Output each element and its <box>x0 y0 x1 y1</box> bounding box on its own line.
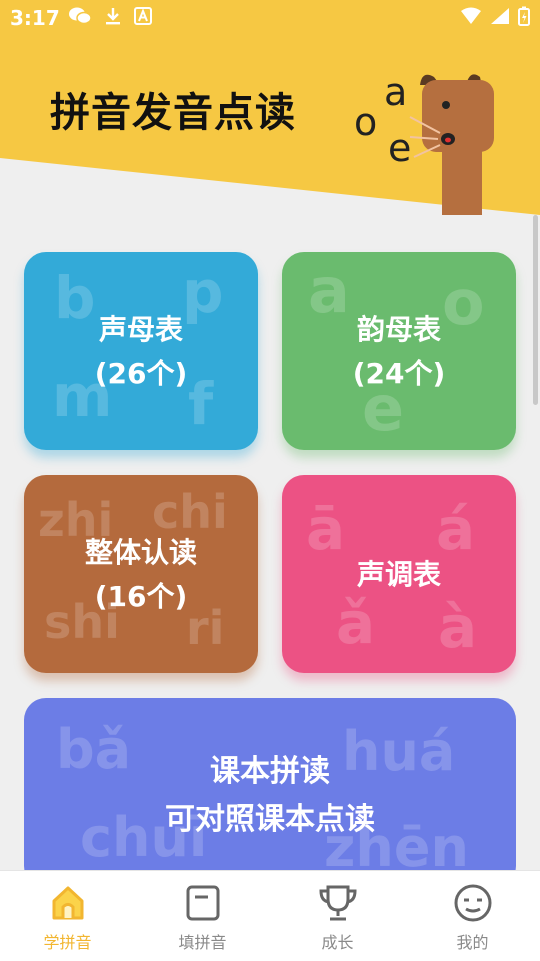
card-bg-letter: ǎ <box>336 589 376 657</box>
download-icon <box>106 8 120 25</box>
wifi-icon <box>461 7 481 24</box>
bottom-tab-bar: 学拼音 填拼音 成长 我的 <box>0 870 540 961</box>
card-tones[interactable]: ā á ǎ à 声调表 <box>282 475 516 673</box>
tab-label: 成长 <box>321 933 354 952</box>
card-count: (26个) <box>94 357 188 390</box>
card-count: (24个) <box>352 357 446 390</box>
card-count: (16个) <box>94 580 188 613</box>
card-title: 声母表 <box>98 313 183 346</box>
card-title: 课本拼读 <box>210 754 330 789</box>
card-title: 整体认读 <box>84 536 197 569</box>
card-subtitle: 可对照课本点读 <box>165 802 375 837</box>
page-title: 拼音发音点读 <box>50 90 296 136</box>
note-icon <box>186 885 219 921</box>
scrollbar[interactable] <box>533 215 538 405</box>
card-finals[interactable]: a o e 韵母表 (24个) <box>282 252 516 450</box>
card-whole-syllables[interactable]: zhi chi shi ri 整体认读 (16个) <box>24 475 258 673</box>
tab-learn-pinyin[interactable]: 学拼音 <box>0 871 135 961</box>
status-bar: 3:17 <box>0 0 540 36</box>
card-textbook-reading[interactable]: bǎ huá chuī zhēn 课本拼读 可对照课本点读 <box>24 698 516 888</box>
letter-e: e <box>388 126 411 170</box>
house-icon <box>52 886 83 920</box>
trophy-icon <box>318 885 357 921</box>
status-time: 3:17 <box>10 6 60 30</box>
tab-label: 填拼音 <box>178 933 227 952</box>
tab-fill-pinyin[interactable]: 填拼音 <box>135 871 270 961</box>
tab-me[interactable]: 我的 <box>405 871 540 961</box>
tab-label: 我的 <box>456 933 489 952</box>
card-title: 韵母表 <box>356 313 441 346</box>
card-bg-letter: à <box>438 593 478 661</box>
face-icon <box>454 884 491 922</box>
battery-icon <box>518 6 530 26</box>
letter-o: o <box>354 100 377 144</box>
wechat-icon <box>69 7 92 25</box>
mascot-illustration: a o e <box>350 65 530 215</box>
card-initials[interactable]: b p m f 声母表 (26个) <box>24 252 258 450</box>
card-title: 声调表 <box>356 558 441 591</box>
tab-growth[interactable]: 成长 <box>270 871 405 961</box>
signal-icon <box>491 8 509 24</box>
a-badge-icon <box>134 7 152 25</box>
tab-label: 学拼音 <box>43 933 92 952</box>
letter-a: a <box>384 70 407 114</box>
